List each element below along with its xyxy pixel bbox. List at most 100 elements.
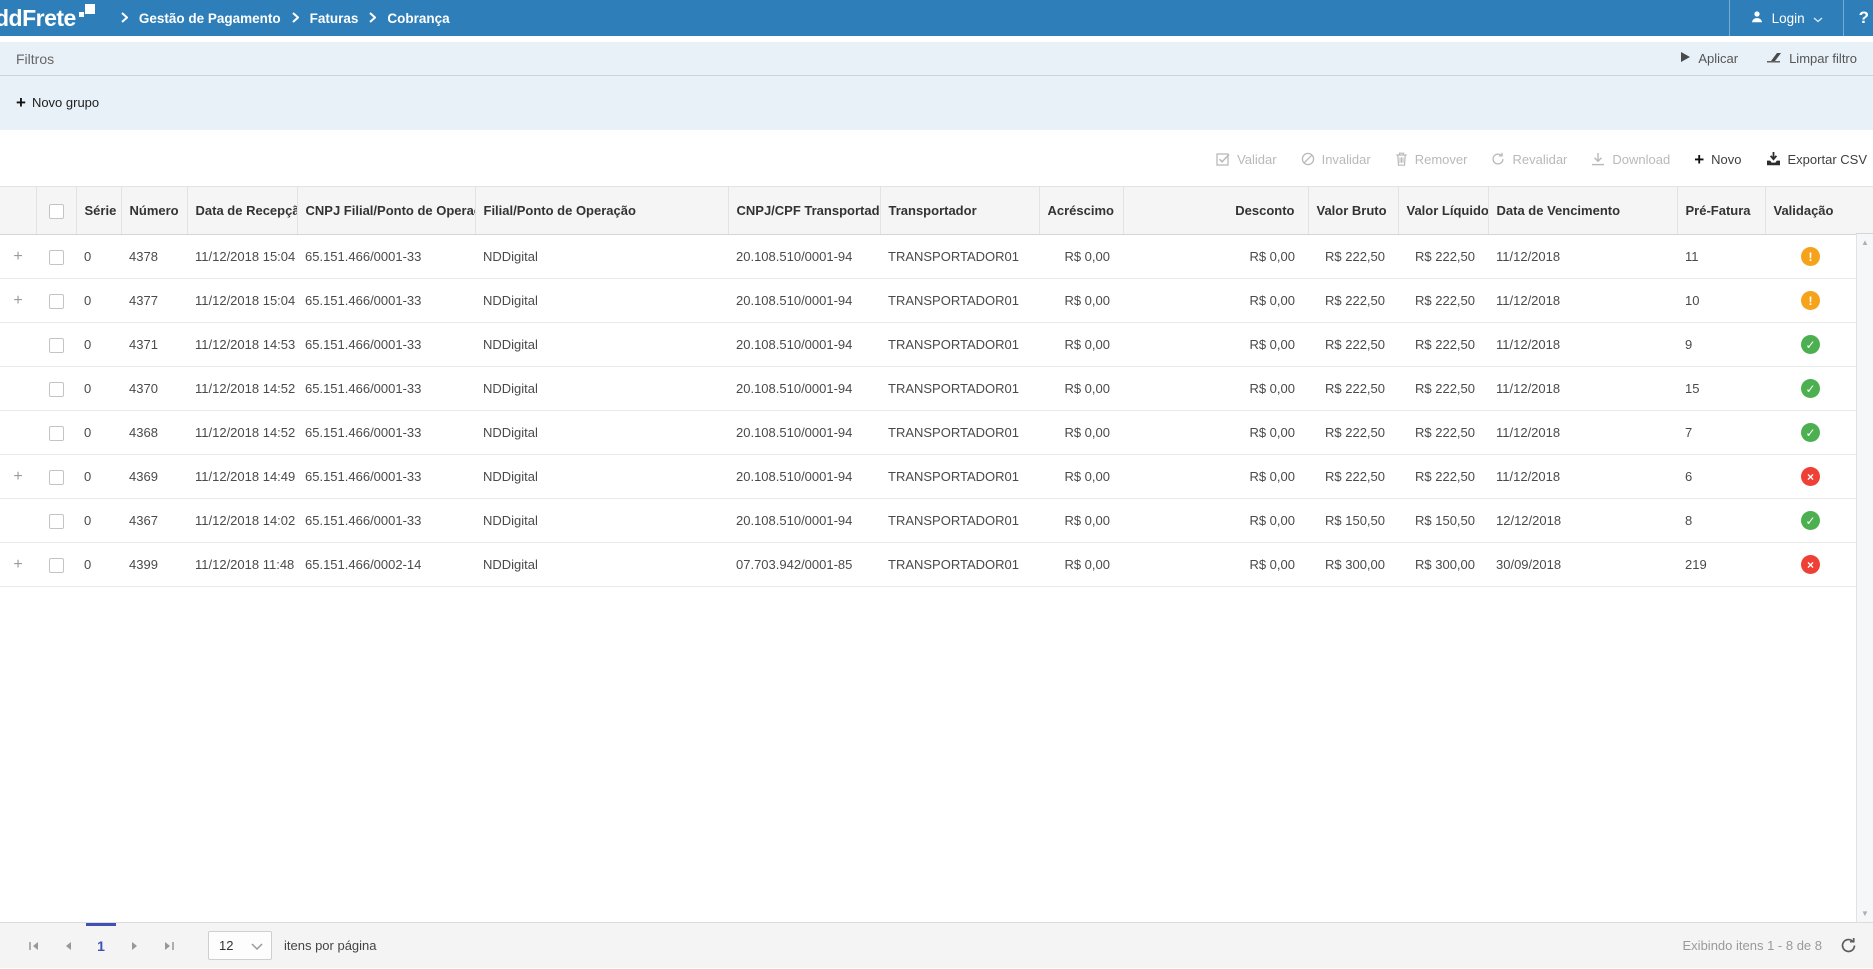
cell-valor-bruto: R$ 150,50 [1308, 499, 1398, 543]
row-checkbox[interactable] [49, 426, 64, 441]
validate-button[interactable]: Validar [1216, 152, 1277, 167]
remove-button[interactable]: Remover [1395, 152, 1468, 167]
header-data-vencimento[interactable]: Data de Vencimento [1488, 187, 1677, 235]
filter-header: Filtros Aplicar Limpar filtro [0, 42, 1873, 76]
table-row[interactable]: + 0 4377 11/12/2018 15:04 65.151.466/000… [0, 279, 1856, 323]
cell-cnpj-transportador: 20.108.510/0001-94 [728, 367, 880, 411]
header-cnpj-transportador[interactable]: CNPJ/CPF Transportador [728, 187, 880, 235]
last-page-button[interactable] [152, 923, 186, 969]
cell-desconto: R$ 0,00 [1123, 455, 1308, 499]
validation-status-icon: ✓ [1801, 511, 1820, 530]
cell-filial: NDDigital [475, 235, 728, 279]
row-checkbox[interactable] [49, 294, 64, 309]
cell-numero: 4370 [121, 367, 187, 411]
expand-row-button[interactable]: + [13, 292, 22, 309]
cell-valor-bruto: R$ 222,50 [1308, 323, 1398, 367]
cell-acrescimo: R$ 0,00 [1039, 367, 1123, 411]
cell-serie: 0 [76, 543, 121, 587]
cell-desconto: R$ 0,00 [1123, 543, 1308, 587]
app-logo[interactable]: ddFrete [0, 1, 95, 35]
new-label: Novo [1711, 152, 1741, 167]
cell-pre-fatura: 15 [1677, 367, 1765, 411]
header-valor-liquido[interactable]: Valor Líquido [1398, 187, 1488, 235]
new-button[interactable]: + Novo [1694, 151, 1741, 168]
vertical-scrollbar[interactable]: ▲ ▼ [1856, 234, 1873, 922]
cell-data-recepcao: 11/12/2018 14:49 [187, 455, 297, 499]
login-menu[interactable]: Login [1730, 0, 1843, 36]
row-checkbox[interactable] [49, 250, 64, 265]
cell-serie: 0 [76, 411, 121, 455]
breadcrumb-item-gestao[interactable]: Gestão de Pagamento [139, 11, 281, 26]
select-all-checkbox[interactable] [49, 204, 64, 219]
row-checkbox[interactable] [49, 470, 64, 485]
cell-valor-bruto: R$ 222,50 [1308, 411, 1398, 455]
table-row[interactable]: + 0 4378 11/12/2018 15:04 65.151.466/000… [0, 235, 1856, 279]
first-page-button[interactable] [16, 923, 50, 969]
cell-valor-bruto: R$ 222,50 [1308, 235, 1398, 279]
help-label: ? [1859, 8, 1869, 28]
row-checkbox[interactable] [49, 514, 64, 529]
topbar-right: Login ? [1729, 0, 1873, 36]
chevron-down-icon [251, 938, 263, 953]
breadcrumb-item-cobranca[interactable]: Cobrança [387, 11, 449, 26]
table-row[interactable]: 0 4371 11/12/2018 14:53 65.151.466/0001-… [0, 323, 1856, 367]
filters-title: Filtros [16, 51, 54, 67]
cell-serie: 0 [76, 367, 121, 411]
cell-acrescimo: R$ 0,00 [1039, 323, 1123, 367]
scroll-down-icon[interactable]: ▼ [1861, 909, 1869, 918]
cell-pre-fatura: 11 [1677, 235, 1765, 279]
invalidate-button[interactable]: Invalidar [1301, 152, 1371, 167]
refresh-grid-button[interactable] [1840, 937, 1857, 954]
previous-page-button[interactable] [50, 923, 84, 969]
next-page-button[interactable] [118, 923, 152, 969]
cell-validacao: × [1765, 543, 1856, 587]
table-row[interactable]: 0 4368 11/12/2018 14:52 65.151.466/0001-… [0, 411, 1856, 455]
new-group-button[interactable]: + Novo grupo [16, 94, 99, 111]
header-data-recepcao[interactable]: Data de Recepção↓ [187, 187, 297, 235]
cell-serie: 0 [76, 455, 121, 499]
row-checkbox[interactable] [49, 382, 64, 397]
header-validacao[interactable]: Validação [1765, 187, 1856, 235]
table-row[interactable]: 0 4370 11/12/2018 14:52 65.151.466/0001-… [0, 367, 1856, 411]
validate-label: Validar [1237, 152, 1277, 167]
breadcrumb-item-faturas[interactable]: Faturas [310, 11, 359, 26]
page-1-button[interactable]: 1 [84, 923, 118, 969]
help-button[interactable]: ? [1844, 0, 1873, 36]
expand-cell: + [0, 543, 36, 587]
header-desconto[interactable]: Desconto [1123, 187, 1308, 235]
header-valor-bruto[interactable]: Valor Bruto [1308, 187, 1398, 235]
header-acrescimo[interactable]: Acréscimo [1039, 187, 1123, 235]
checkbox-cell [36, 235, 76, 279]
cell-data-recepcao: 11/12/2018 14:53 [187, 323, 297, 367]
header-filial[interactable]: Filial/Ponto de Operação [475, 187, 728, 235]
table-row[interactable]: + 0 4399 11/12/2018 11:48 65.151.466/000… [0, 543, 1856, 587]
cell-acrescimo: R$ 0,00 [1039, 499, 1123, 543]
expand-row-button[interactable]: + [13, 468, 22, 485]
clear-filter-button[interactable]: Limpar filtro [1766, 51, 1857, 66]
topbar: ddFrete Gestão de Pagamento Faturas Cobr… [0, 0, 1873, 36]
header-pre-fatura[interactable]: Pré-Fatura [1677, 187, 1765, 235]
row-checkbox[interactable] [49, 338, 64, 353]
cell-data-vencimento: 11/12/2018 [1488, 235, 1677, 279]
header-transportador[interactable]: Transportador [880, 187, 1039, 235]
clear-filter-label: Limpar filtro [1789, 51, 1857, 66]
revalidate-button[interactable]: Revalidar [1491, 152, 1567, 167]
table-row[interactable]: + 0 4369 11/12/2018 14:49 65.151.466/000… [0, 455, 1856, 499]
page-size-select[interactable]: 12 [208, 931, 272, 960]
expand-row-button[interactable]: + [13, 248, 22, 265]
export-csv-button[interactable]: Exportar CSV [1766, 152, 1867, 167]
header-serie[interactable]: Série [76, 187, 121, 235]
expand-row-button[interactable]: + [13, 556, 22, 573]
download-button[interactable]: Download [1591, 152, 1670, 167]
apply-filter-button[interactable]: Aplicar [1680, 51, 1738, 66]
cell-filial: NDDigital [475, 279, 728, 323]
cell-acrescimo: R$ 0,00 [1039, 235, 1123, 279]
cell-cnpj-transportador: 20.108.510/0001-94 [728, 279, 880, 323]
table-row[interactable]: 0 4367 11/12/2018 14:02 65.151.466/0001-… [0, 499, 1856, 543]
expand-cell [0, 499, 36, 543]
header-cnpj-filial[interactable]: CNPJ Filial/Ponto de Operação [297, 187, 475, 235]
header-numero[interactable]: Número [121, 187, 187, 235]
validation-status-icon: ! [1801, 291, 1820, 310]
row-checkbox[interactable] [49, 558, 64, 573]
scroll-up-icon[interactable]: ▲ [1861, 238, 1869, 247]
